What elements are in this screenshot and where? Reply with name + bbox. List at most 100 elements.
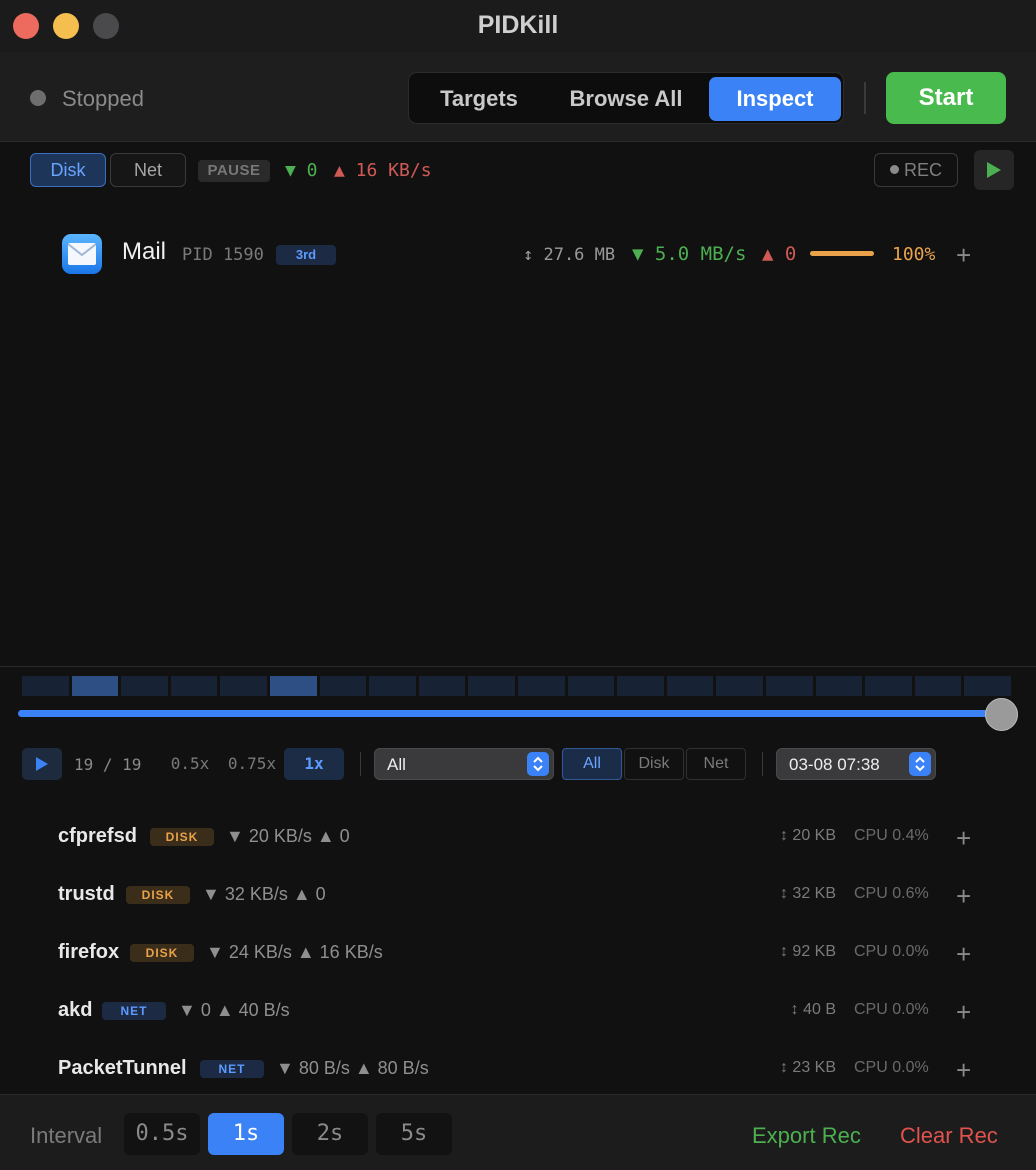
timeline-segment[interactable] <box>418 676 466 696</box>
start-button[interactable]: Start <box>886 72 1006 124</box>
window-title: PIDKill <box>477 11 559 39</box>
process-size: ↕ 92 KB <box>779 943 836 960</box>
process-name: trustd <box>58 883 115 905</box>
timeline-segment[interactable] <box>170 676 218 696</box>
record-label: REC <box>903 160 942 180</box>
list-item[interactable]: cfprefsd DISK ▼ 20 KB/s ▲ 0 ↕ 20 KB CPU … <box>0 811 1036 861</box>
mail-app-icon <box>62 234 102 274</box>
record-button[interactable]: REC <box>874 153 958 187</box>
interval-5s-button[interactable]: 5s <box>376 1113 452 1155</box>
playback-slider-knob[interactable] <box>985 698 1018 731</box>
tab-inspect[interactable]: Inspect <box>709 77 841 121</box>
playback-play-button[interactable] <box>22 748 62 780</box>
list-item[interactable]: PacketTunnel NET ▼ 80 B/s ▲ 80 B/s ↕ 23 … <box>0 1043 1036 1093</box>
list-item[interactable]: akd NET ▼ 0 ▲ 40 B/s ↕ 40 B CPU 0.0% + <box>0 985 1036 1035</box>
play-icon <box>36 757 48 771</box>
add-target-button[interactable]: + <box>956 997 971 1028</box>
status-text: Stopped <box>62 86 144 111</box>
divider <box>360 752 361 776</box>
playback-slider-track[interactable] <box>18 710 1002 717</box>
list-item[interactable]: trustd DISK ▼ 32 KB/s ▲ 0 ↕ 32 KB CPU 0.… <box>0 869 1036 919</box>
process-cpu: CPU 0.6% <box>854 885 929 902</box>
rank-badge: 3rd <box>276 245 336 265</box>
interval-2s-button[interactable]: 2s <box>292 1113 368 1155</box>
total-up-rate: ▲ 16 KB/s <box>334 160 432 181</box>
add-target-button[interactable]: + <box>956 823 971 854</box>
timeline-segment[interactable] <box>468 676 515 696</box>
type-filter-all[interactable]: All <box>562 748 622 780</box>
speed-1x[interactable]: 1x <box>284 748 344 780</box>
process-up-rate: ▲ 0 <box>762 243 797 265</box>
process-size: ↕ 32 KB <box>779 885 836 902</box>
toolbar-divider <box>864 82 866 114</box>
timeline-segment[interactable] <box>914 676 962 696</box>
add-target-button[interactable]: + <box>956 939 971 970</box>
export-recording-button[interactable]: Export Rec <box>752 1123 861 1149</box>
total-down-rate: ▼ 0 <box>285 160 318 181</box>
footer-bar: Interval 0.5s 1s 2s 5s Export Rec Clear … <box>0 1094 1036 1170</box>
process-size: ↕ 40 B <box>790 1001 836 1018</box>
speed-0-5x[interactable]: 0.5x <box>166 748 214 780</box>
timeline-segment[interactable] <box>815 676 863 696</box>
title-bar: PIDKill <box>0 0 1036 52</box>
timeline-segment[interactable] <box>270 676 317 696</box>
timeline-segment[interactable] <box>766 676 813 696</box>
timeline-segment[interactable] <box>666 676 714 696</box>
tab-browse-all[interactable]: Browse All <box>551 77 701 121</box>
view-segmented-control: Targets Browse All Inspect <box>408 72 844 124</box>
process-filter-select[interactable]: All <box>374 748 554 780</box>
interval-label: Interval <box>30 1123 103 1148</box>
timeline-segment[interactable] <box>71 676 119 696</box>
tab-targets[interactable]: Targets <box>415 77 543 121</box>
process-cpu: CPU 0.4% <box>854 827 929 844</box>
net-filter-toggle[interactable]: Net <box>110 153 186 187</box>
play-button[interactable] <box>974 150 1014 190</box>
timeline-segment[interactable] <box>617 676 664 696</box>
timeline-segment[interactable] <box>716 676 763 696</box>
disk-filter-toggle[interactable]: Disk <box>30 153 106 187</box>
play-icon <box>987 162 1001 178</box>
type-filter-disk[interactable]: Disk <box>624 748 684 780</box>
timeline-segment[interactable] <box>220 676 267 696</box>
type-filter-net[interactable]: Net <box>686 748 746 780</box>
timeline-segment[interactable] <box>865 676 912 696</box>
process-size: ↕ 27.6 MB <box>523 245 616 265</box>
process-name: firefox <box>58 941 120 963</box>
add-target-button[interactable]: + <box>956 881 971 912</box>
process-name: Mail <box>122 238 167 265</box>
add-target-button[interactable]: + <box>956 240 971 271</box>
process-size: ↕ 20 KB <box>779 827 836 844</box>
type-badge: DISK <box>150 828 214 846</box>
timeline-segment[interactable] <box>567 676 615 696</box>
focused-process-row[interactable]: Mail PID 1590 3rd ↕ 27.6 MB ▼ 5.0 MB/s ▲… <box>0 228 1036 282</box>
list-item[interactable]: firefox DISK ▼ 24 KB/s ▲ 16 KB/s ↕ 92 KB… <box>0 927 1036 977</box>
speed-0-75x[interactable]: 0.75x <box>224 748 280 780</box>
divider <box>762 752 763 776</box>
process-rates: ▼ 20 KB/s ▲ 0 <box>226 826 350 846</box>
usage-percent: 100% <box>892 244 936 265</box>
process-rates: ▼ 24 KB/s ▲ 16 KB/s <box>206 942 383 962</box>
interval-0-5s-button[interactable]: 0.5s <box>124 1113 200 1155</box>
timeline-segment[interactable] <box>518 676 565 696</box>
timeline-segment[interactable] <box>121 676 168 696</box>
timeline-segment[interactable] <box>369 676 416 696</box>
timeline-segment[interactable] <box>964 676 1011 696</box>
add-target-button[interactable]: + <box>956 1055 971 1086</box>
timeline-segment[interactable] <box>22 676 69 696</box>
process-pid: PID 1590 <box>182 245 264 265</box>
process-cpu: CPU 0.0% <box>854 943 929 960</box>
process-name: akd <box>58 999 93 1021</box>
timeline-segment[interactable] <box>319 676 367 696</box>
process-size: ↕ 23 KB <box>779 1059 836 1076</box>
timeline-segments[interactable] <box>22 676 1014 696</box>
interval-1s-button[interactable]: 1s <box>208 1113 284 1155</box>
process-name: cfprefsd <box>58 825 137 847</box>
process-down-rate: ▼ 5.0 MB/s <box>632 243 747 265</box>
recording-date-select[interactable]: 03-08 07:38 <box>776 748 936 780</box>
process-rates: ▼ 32 KB/s ▲ 0 <box>202 884 326 904</box>
type-badge: DISK <box>130 944 194 962</box>
type-badge: NET <box>200 1060 264 1078</box>
clear-recording-button[interactable]: Clear Rec <box>900 1123 998 1149</box>
process-filter-value: All <box>387 755 406 774</box>
status-dot-icon <box>30 90 46 106</box>
